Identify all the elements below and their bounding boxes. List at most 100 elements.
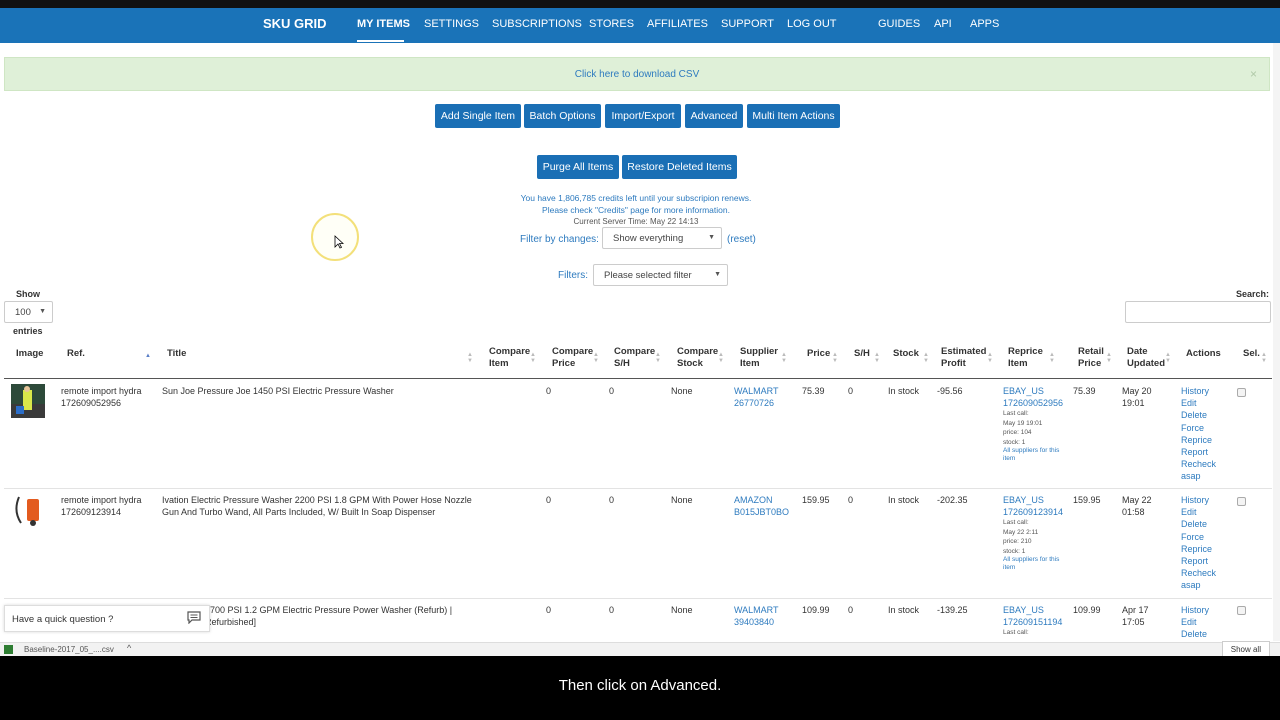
nav-affiliates[interactable]: AFFILIATES <box>647 18 708 30</box>
history-link[interactable]: History <box>1181 604 1209 616</box>
col-reprice-item[interactable]: Reprice Item <box>1008 346 1043 370</box>
retail-price-cell: 159.95 <box>1073 495 1101 505</box>
col-compare-stock[interactable]: Compare Stock <box>677 346 718 370</box>
delete-link[interactable]: Delete <box>1181 628 1209 640</box>
report-link[interactable]: Report <box>1181 446 1216 458</box>
scrollbar[interactable] <box>1273 43 1280 641</box>
actions-cell: History Edit Delete <box>1181 604 1209 641</box>
compare-stock-cell: None <box>671 386 693 396</box>
reprice-market: EBAY_US <box>1003 495 1044 505</box>
edit-link[interactable]: Edit <box>1181 616 1209 628</box>
nav-logout[interactable]: LOG OUT <box>787 18 837 30</box>
reprice-link[interactable]: EBAY_US 172609123914 <box>1003 494 1069 518</box>
product-thumbnail[interactable] <box>11 493 45 527</box>
multi-item-actions-button[interactable]: Multi Item Actions <box>747 104 840 128</box>
ref-cell: remote import hydra 172609052956 <box>61 385 142 409</box>
nav-subscriptions[interactable]: SUBSCRIPTIONS <box>492 18 582 30</box>
reset-link[interactable]: (reset) <box>727 234 756 245</box>
recheck-link[interactable]: Recheck <box>1181 567 1216 579</box>
col-compare-sh-l1: Compare <box>614 346 656 357</box>
col-sh[interactable]: S/H <box>854 348 870 360</box>
advanced-button[interactable]: Advanced <box>685 104 743 128</box>
brand-logo[interactable]: SKU GRID <box>263 16 327 31</box>
date-cell: May 20 19:01 <box>1122 385 1152 409</box>
recheck-link-2[interactable]: asap <box>1181 470 1216 482</box>
force-reprice-link-2[interactable]: Reprice <box>1181 543 1216 555</box>
nav-guides[interactable]: GUIDES <box>878 18 920 30</box>
select-checkbox[interactable] <box>1237 388 1246 397</box>
force-reprice-link[interactable]: Force <box>1181 531 1216 543</box>
col-price[interactable]: Price <box>807 348 830 360</box>
col-compare-item[interactable]: Compare Item <box>489 346 530 370</box>
entries-select[interactable]: 100 ▼ <box>4 301 53 323</box>
col-compare-stock-l1: Compare <box>677 346 719 357</box>
title-line-1: Ivation Electric Pressure Washer 2200 PS… <box>162 495 472 505</box>
chat-widget[interactable]: Have a quick question ? <box>4 605 210 632</box>
compare-sh-cell: 0 <box>609 495 615 505</box>
video-caption: Then click on Advanced. <box>0 656 1280 720</box>
delete-link[interactable]: Delete <box>1181 409 1216 421</box>
filter-changes-select[interactable]: Show everything ▼ <box>602 227 722 249</box>
all-suppliers-link[interactable]: All suppliers for this item <box>1003 556 1069 571</box>
title-cell: Ivation Electric Pressure Washer 2200 PS… <box>162 494 472 518</box>
sort-icon: ▲ ▼ <box>923 352 929 364</box>
force-reprice-link-2[interactable]: Reprice <box>1181 434 1216 446</box>
profit-cell: -95.56 <box>937 386 963 396</box>
nav-my-items[interactable]: MY ITEMS <box>357 18 410 30</box>
col-stock[interactable]: Stock <box>893 348 919 360</box>
col-compare-price[interactable]: Compare Price <box>552 346 593 370</box>
all-suppliers-link[interactable]: All suppliers for this item <box>1003 447 1069 462</box>
sort-icon: ▲ ▼ <box>1106 352 1112 364</box>
history-link[interactable]: History <box>1181 385 1216 397</box>
col-reprice-item-l2: Item <box>1008 358 1028 369</box>
purge-all-items-button[interactable]: Purge All Items <box>537 155 619 179</box>
col-supplier-item[interactable]: Supplier Item <box>740 346 778 370</box>
nav-apps[interactable]: APPS <box>970 18 999 30</box>
nav-api[interactable]: API <box>934 18 952 30</box>
add-single-item-button[interactable]: Add Single Item <box>435 104 521 128</box>
nav-stores[interactable]: STORES <box>589 18 634 30</box>
select-checkbox[interactable] <box>1237 497 1246 506</box>
col-date-updated[interactable]: Date Updated <box>1127 346 1165 370</box>
filters-select[interactable]: Please selected filter ▼ <box>593 264 728 286</box>
supplier-item-link[interactable]: AMAZON B015JBT0BO <box>734 494 789 518</box>
col-image: Image <box>16 348 44 359</box>
download-bar: Baseline-2017_05_....csv ^ Show all <box>0 641 1280 657</box>
sort-icon: ▲ ▼ <box>781 352 787 364</box>
col-compare-item-l2: Item <box>489 358 509 369</box>
nav-settings[interactable]: SETTINGS <box>424 18 479 30</box>
select-checkbox[interactable] <box>1237 606 1246 615</box>
col-est-profit[interactable]: Estimated Profit <box>941 346 986 370</box>
edit-link[interactable]: Edit <box>1181 397 1216 409</box>
last-call-label: Last call: <box>1003 519 1029 526</box>
ref-line-2: 172609123914 <box>61 507 122 517</box>
date-cell: May 22 01:58 <box>1122 494 1152 518</box>
col-retail-price[interactable]: Retail Price <box>1078 346 1104 370</box>
show-all-button[interactable]: Show all <box>1221 641 1270 657</box>
edit-link[interactable]: Edit <box>1181 506 1216 518</box>
close-icon[interactable]: × <box>1250 67 1257 81</box>
force-reprice-link[interactable]: Force <box>1181 422 1216 434</box>
col-title[interactable]: Title <box>167 348 186 360</box>
sort-icon: ▲ ▼ <box>832 352 838 364</box>
reprice-link[interactable]: EBAY_US 172609052956 <box>1003 385 1069 409</box>
search-input[interactable] <box>1125 301 1271 323</box>
restore-deleted-items-button[interactable]: Restore Deleted Items <box>622 155 737 179</box>
chevron-up-icon[interactable]: ^ <box>127 643 131 653</box>
delete-link[interactable]: Delete <box>1181 518 1216 530</box>
supplier-item-link[interactable]: WALMART 39403840 <box>734 604 779 628</box>
report-link[interactable]: Report <box>1181 555 1216 567</box>
reprice-link[interactable]: EBAY_US 172609151194 <box>1003 604 1069 628</box>
recheck-link-2[interactable]: asap <box>1181 579 1216 591</box>
col-ref[interactable]: Ref. <box>67 348 85 360</box>
col-compare-sh[interactable]: Compare S/H <box>614 346 655 370</box>
download-csv-link[interactable]: Click here to download CSV <box>5 69 1269 80</box>
batch-options-button[interactable]: Batch Options <box>524 104 601 128</box>
history-link[interactable]: History <box>1181 494 1216 506</box>
supplier-item-link[interactable]: WALMART 26770726 <box>734 385 779 409</box>
nav-support[interactable]: SUPPORT <box>721 18 774 30</box>
product-thumbnail[interactable] <box>11 384 45 418</box>
recheck-link[interactable]: Recheck <box>1181 458 1216 470</box>
import-export-button[interactable]: Import/Export <box>605 104 681 128</box>
downloaded-file[interactable]: Baseline-2017_05_....csv <box>24 645 114 654</box>
